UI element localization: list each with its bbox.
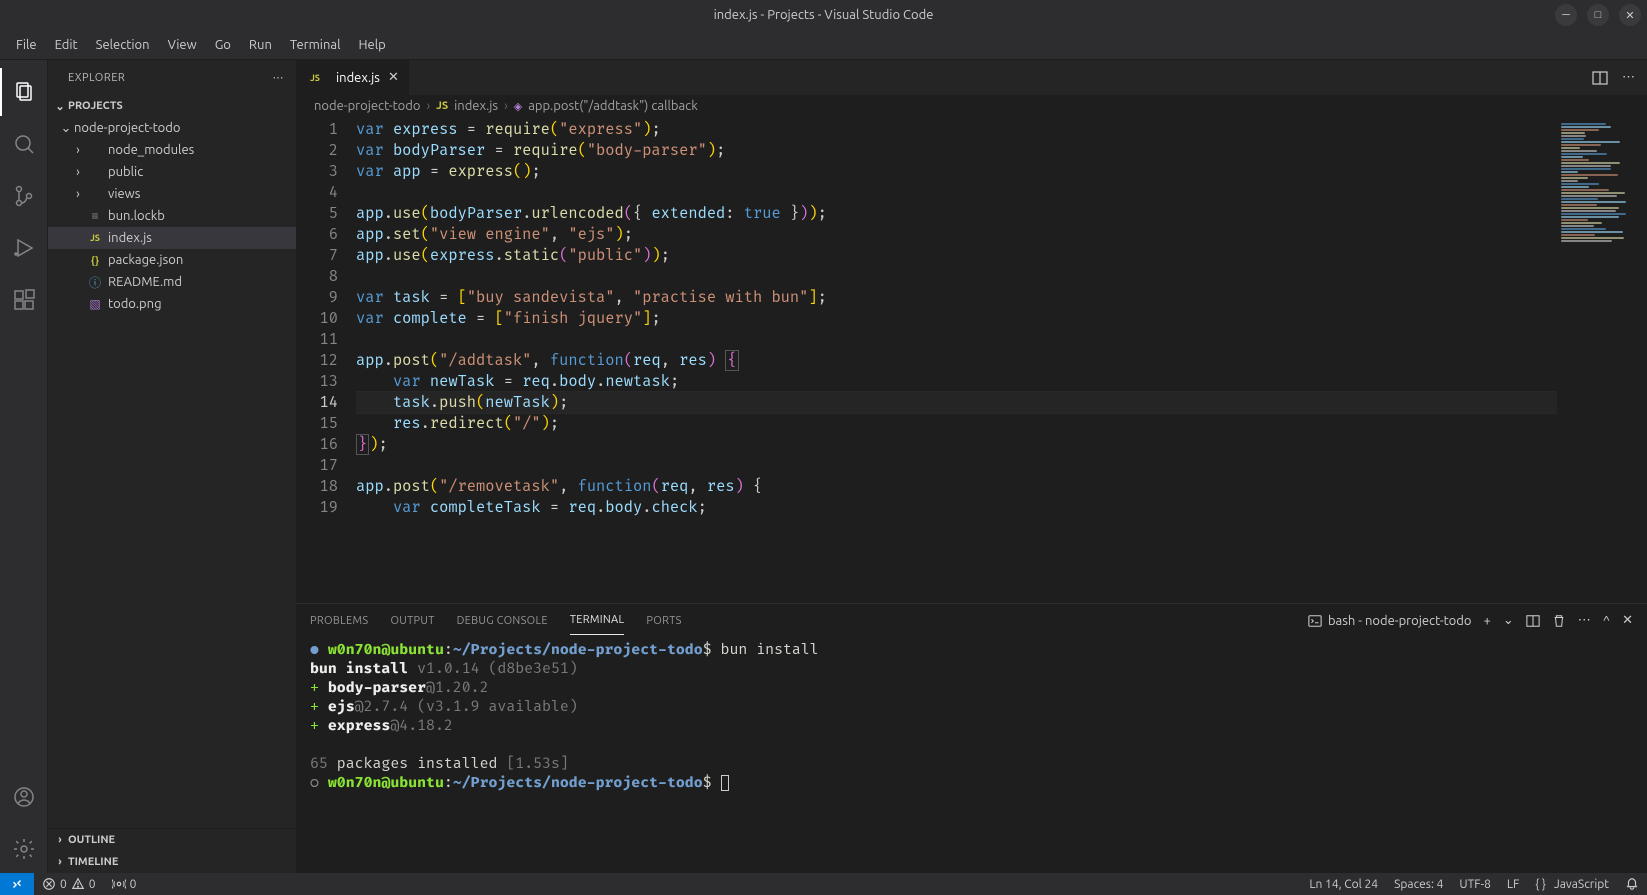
source-control-icon[interactable] <box>0 172 48 220</box>
maximize-panel-icon[interactable]: ^ <box>1603 614 1610 628</box>
split-terminal-icon[interactable] <box>1526 614 1540 628</box>
explorer-icon[interactable] <box>0 68 48 116</box>
code-content[interactable]: var express = require("express");var bod… <box>356 117 1557 603</box>
js-file-icon: JS <box>436 100 448 112</box>
tab-index-js[interactable]: JS index.js ✕ <box>296 60 410 95</box>
menu-file[interactable]: File <box>8 34 45 56</box>
more-actions-icon[interactable]: ⋯ <box>1622 70 1635 85</box>
maximize-button[interactable]: □ <box>1587 4 1609 26</box>
breadcrumbs[interactable]: node-project-todo › JS index.js › ◈ app.… <box>296 95 1647 117</box>
panel-tab-ports[interactable]: PORTS <box>646 607 681 635</box>
close-tab-icon[interactable]: ✕ <box>388 70 399 85</box>
tree-file-README-md[interactable]: ⓘREADME.md <box>48 271 296 293</box>
bottom-panel: PROBLEMS OUTPUT DEBUG CONSOLE TERMINAL PORTS… <box>296 603 1647 873</box>
tab-bar: JS index.js ✕ ⋯ <box>296 60 1647 95</box>
menu-go[interactable]: Go <box>207 34 239 56</box>
status-language[interactable]: { }JavaScript <box>1527 873 1617 895</box>
status-eol[interactable]: LF <box>1499 873 1527 895</box>
tree-folder-views[interactable]: ›views <box>48 183 296 205</box>
editor-body[interactable]: 12345678910111213141516171819 var expres… <box>296 117 1647 603</box>
menu-help[interactable]: Help <box>350 34 393 56</box>
file-tree: ⌄node-project-todo›node_modules›public›v… <box>48 117 296 828</box>
menu-view[interactable]: View <box>160 34 205 56</box>
status-errors[interactable]: 0 0 <box>34 873 104 895</box>
section-outline[interactable]: › OUTLINE <box>48 829 296 851</box>
line-numbers: 12345678910111213141516171819 <box>296 117 356 603</box>
panel-tab-debug-console[interactable]: DEBUG CONSOLE <box>457 607 548 635</box>
panel-tabs: PROBLEMS OUTPUT DEBUG CONSOLE TERMINAL PORTS… <box>296 604 1647 637</box>
tree-folder-public[interactable]: ›public <box>48 161 296 183</box>
extensions-icon[interactable] <box>0 276 48 324</box>
tree-file-index-js[interactable]: JSindex.js <box>48 227 296 249</box>
new-terminal-icon[interactable]: + <box>1484 614 1491 628</box>
panel-tab-problems[interactable]: PROBLEMS <box>310 607 368 635</box>
chevron-down-icon: ⌄ <box>52 100 68 113</box>
tree-root[interactable]: ⌄node-project-todo <box>48 117 296 139</box>
window-title: index.js - Projects - Visual Studio Code <box>714 8 934 22</box>
terminal[interactable]: ● w0n70n@ubuntu:~/Projects/node-project-… <box>296 637 1647 873</box>
tree-folder-node_modules[interactable]: ›node_modules <box>48 139 296 161</box>
menu-edit[interactable]: Edit <box>47 34 86 56</box>
remote-button[interactable] <box>0 873 34 895</box>
status-cursor-pos[interactable]: Ln 14, Col 24 <box>1301 873 1386 895</box>
search-icon[interactable] <box>0 120 48 168</box>
status-ports[interactable]: 0 <box>104 873 145 895</box>
menu-selection[interactable]: Selection <box>88 34 158 56</box>
method-icon: ◈ <box>514 100 522 113</box>
sidebar-more-icon[interactable]: ⋯ <box>273 71 285 84</box>
activity-bar <box>0 60 48 873</box>
editor-area: JS index.js ✕ ⋯ node-project-todo › JS i… <box>296 60 1647 873</box>
close-panel-icon[interactable]: ✕ <box>1622 613 1633 628</box>
menu-run[interactable]: Run <box>241 34 280 56</box>
kill-terminal-icon[interactable] <box>1552 614 1566 628</box>
sidebar: EXPLORER ⋯ ⌄ PROJECTS ⌄node-project-todo… <box>48 60 296 873</box>
chevron-right-icon: › <box>52 856 68 868</box>
section-projects[interactable]: ⌄ PROJECTS <box>48 95 296 117</box>
panel-more-icon[interactable]: ⋯ <box>1578 613 1591 628</box>
run-debug-icon[interactable] <box>0 224 48 272</box>
terminal-dropdown-icon[interactable]: ⌄ <box>1503 613 1514 628</box>
section-timeline[interactable]: › TIMELINE <box>48 851 296 873</box>
menu-terminal[interactable]: Terminal <box>282 34 349 56</box>
settings-gear-icon[interactable] <box>0 825 48 873</box>
panel-tab-output[interactable]: OUTPUT <box>390 607 434 635</box>
menubar: FileEditSelectionViewGoRunTerminalHelp <box>0 30 1647 60</box>
status-bar: 0 0 0 Ln 14, Col 24 Spaces: 4 UTF-8 LF {… <box>0 873 1647 895</box>
titlebar: index.js - Projects - Visual Studio Code… <box>0 0 1647 30</box>
tree-file-todo-png[interactable]: ▧todo.png <box>48 293 296 315</box>
minimize-button[interactable]: ─ <box>1555 4 1577 26</box>
status-notifications-icon[interactable] <box>1617 873 1647 895</box>
tree-file-package-json[interactable]: {}package.json <box>48 249 296 271</box>
sidebar-title: EXPLORER <box>68 72 125 84</box>
status-encoding[interactable]: UTF-8 <box>1451 873 1498 895</box>
split-editor-icon[interactable] <box>1592 70 1608 86</box>
tree-file-bun-lockb[interactable]: ≡bun.lockb <box>48 205 296 227</box>
js-file-icon: JS <box>306 73 324 83</box>
terminal-shell-label[interactable]: bash - node-project-todo <box>1308 614 1472 628</box>
status-indent[interactable]: Spaces: 4 <box>1386 873 1451 895</box>
close-button[interactable]: ✕ <box>1619 4 1641 26</box>
minimap[interactable] <box>1557 117 1647 603</box>
chevron-right-icon: › <box>52 834 68 846</box>
accounts-icon[interactable] <box>0 773 48 821</box>
panel-tab-terminal[interactable]: TERMINAL <box>570 606 625 635</box>
